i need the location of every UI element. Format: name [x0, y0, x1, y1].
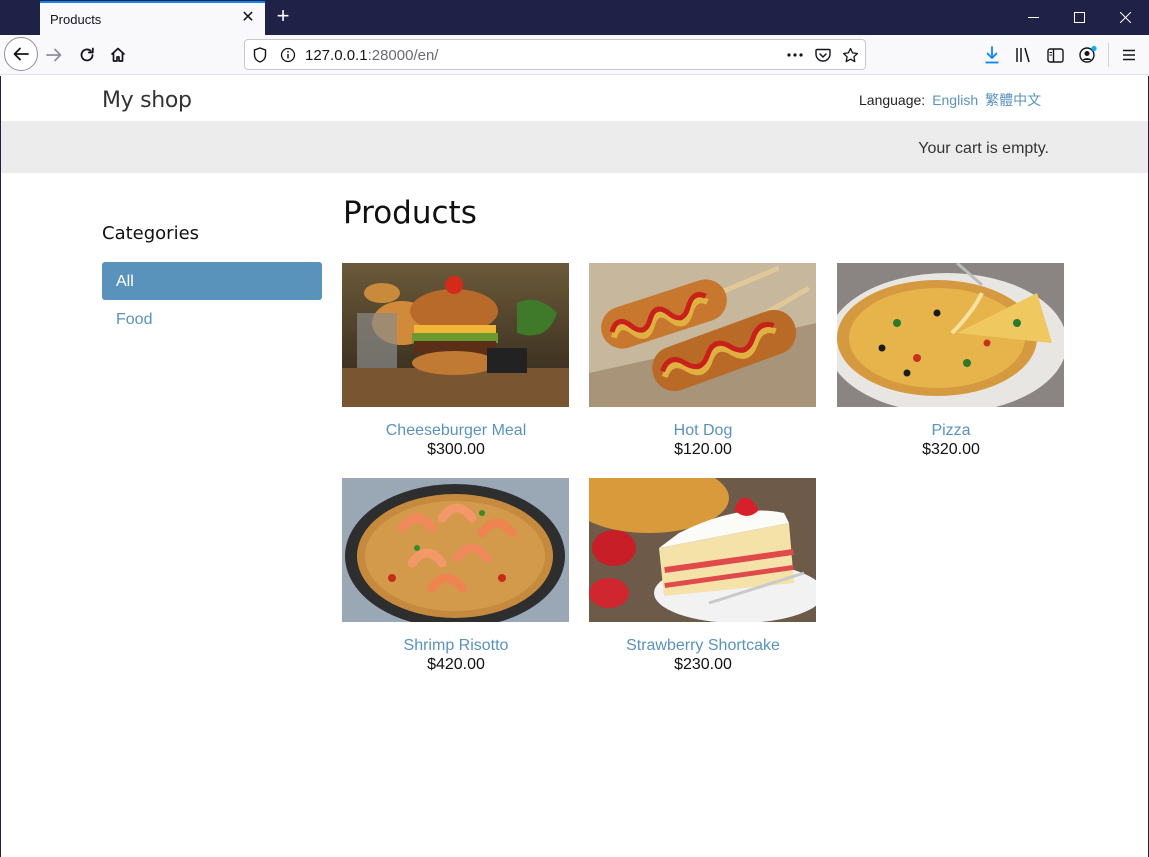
category-all[interactable]: All [102, 262, 322, 300]
site-logo[interactable]: My shop [102, 88, 192, 113]
address-bar[interactable]: 127.0.0.1:28000/en/ [244, 39, 866, 70]
product-price: $320.00 [922, 441, 980, 458]
browser-toolbar: 127.0.0.1:28000/en/ [0, 35, 1149, 75]
pocket-icon[interactable] [814, 46, 832, 64]
product-price: $230.00 [674, 656, 732, 673]
categories-heading: Categories [102, 223, 200, 244]
info-icon[interactable] [279, 46, 297, 64]
language-switcher: Language: English 繁體中文 [859, 90, 1041, 110]
reload-icon[interactable] [71, 39, 103, 71]
product-price: $120.00 [674, 441, 732, 458]
product-card: Pizza $320.00 [837, 263, 1065, 459]
product-card: Strawberry Shortcake $230.00 [589, 478, 817, 674]
maximize-icon[interactable] [1056, 0, 1102, 34]
product-card: Shrimp Risotto $420.00 [342, 478, 570, 674]
new-tab-icon[interactable]: + [272, 5, 294, 27]
browser-titlebar: Products ✕ + [0, 0, 1149, 35]
home-icon[interactable] [102, 39, 134, 71]
cheeseburger-image[interactable] [342, 263, 569, 407]
url-host: 127.0.0.1 [305, 47, 368, 64]
product-name-link[interactable]: Shrimp Risotto [342, 636, 570, 655]
product-name-link[interactable]: Pizza [837, 421, 1065, 440]
menu-icon[interactable] [1117, 43, 1141, 67]
products-heading: Products [343, 195, 477, 231]
download-icon[interactable] [980, 43, 1004, 67]
language-english-link[interactable]: English [932, 92, 978, 108]
toolbar-divider [1108, 43, 1109, 67]
product-name-link[interactable]: Hot Dog [589, 421, 817, 440]
cart-bar: Your cart is empty. [1, 121, 1148, 173]
forward-icon[interactable] [38, 39, 70, 71]
bookmark-star-icon[interactable] [841, 46, 859, 64]
product-name-link[interactable]: Strawberry Shortcake [589, 636, 817, 655]
url-text[interactable]: 127.0.0.1:28000/en/ [305, 47, 438, 64]
product-card: Hot Dog $120.00 [589, 263, 817, 459]
pizza-image[interactable] [837, 263, 1064, 407]
tab-close-icon[interactable]: ✕ [239, 9, 257, 27]
cart-status: Your cart is empty. [918, 140, 1049, 157]
library-icon[interactable] [1012, 43, 1036, 67]
minimize-icon[interactable] [1010, 0, 1056, 34]
hot-dog-image[interactable] [589, 263, 816, 407]
language-label: Language: [859, 92, 926, 108]
tab-title: Products [50, 12, 102, 27]
strawberry-shortcake-image[interactable] [589, 478, 816, 622]
page-content: My shop Language: English 繁體中文 Your cart i… [0, 76, 1149, 857]
product-name-link[interactable]: Cheeseburger Meal [342, 421, 570, 440]
language-chinese-link[interactable]: 繁體中文 [985, 92, 1041, 108]
close-window-icon[interactable] [1102, 0, 1148, 34]
product-card: Cheeseburger Meal $300.00 [342, 263, 570, 459]
page-actions-icon[interactable] [786, 46, 804, 64]
browser-tab[interactable]: Products ✕ [40, 1, 265, 35]
product-price: $300.00 [427, 441, 485, 458]
shield-icon[interactable] [251, 46, 269, 64]
sidebar-toggle-icon[interactable] [1043, 43, 1067, 67]
product-price: $420.00 [427, 656, 485, 673]
category-food[interactable]: Food [102, 300, 322, 338]
shrimp-risotto-image[interactable] [342, 478, 569, 622]
account-icon[interactable] [1076, 43, 1100, 67]
url-path: :28000/en/ [367, 47, 439, 64]
back-icon[interactable] [4, 37, 38, 71]
